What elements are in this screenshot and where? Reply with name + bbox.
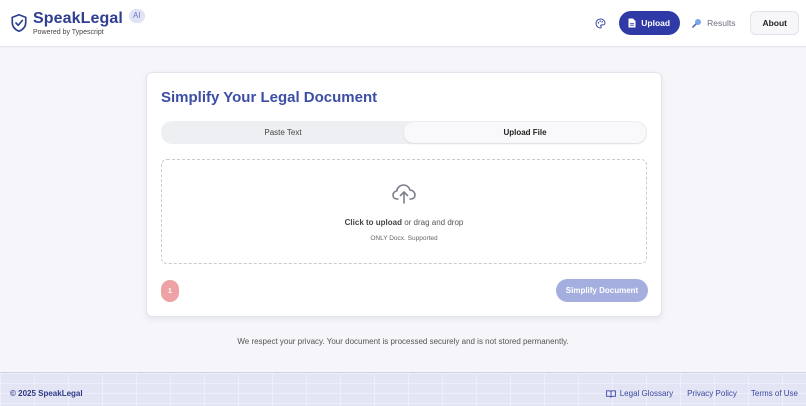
copyright-text: © 2025 SpeakLegal xyxy=(10,389,83,398)
upload-nav-label: Upload xyxy=(641,18,671,28)
ai-badge: AI xyxy=(128,9,145,23)
top-nav: Upload Results About xyxy=(593,11,799,35)
footer-link-privacy-policy[interactable]: Privacy Policy xyxy=(687,389,737,398)
results-nav-label: Results xyxy=(707,18,736,28)
click-to-upload-text[interactable]: Click to upload xyxy=(345,218,402,227)
app-header: SpeakLegal AI Powered by Typescript Uplo… xyxy=(0,0,806,47)
magnifier-icon xyxy=(692,18,702,28)
file-dropzone[interactable]: Click to upload or drag and drop ONLY Do… xyxy=(161,159,647,264)
card-title: Simplify Your Legal Document xyxy=(161,89,378,106)
document-icon xyxy=(628,18,636,28)
brand-tagline: Powered by Typescript xyxy=(33,29,104,36)
shield-check-icon xyxy=(11,13,27,33)
brand[interactable]: SpeakLegal AI Powered by Typescript xyxy=(10,9,145,36)
page-footer: © 2025 SpeakLegal Legal Glossary Privacy… xyxy=(0,372,806,406)
dropzone-instructions: Click to upload or drag and drop xyxy=(162,218,646,227)
tab-upload-file[interactable]: Upload File xyxy=(404,122,646,143)
footer-links: Legal Glossary Privacy Policy Terms of U… xyxy=(592,389,798,398)
results-nav-button[interactable]: Results xyxy=(683,11,744,35)
upload-nav-button[interactable]: Upload xyxy=(619,11,681,35)
legal-glossary-label: Legal Glossary xyxy=(619,389,674,398)
brand-name: SpeakLegal xyxy=(33,10,123,27)
simplify-card: Simplify Your Legal Document Paste Text … xyxy=(146,72,662,317)
supported-formats-text: ONLY Docx. Supported xyxy=(370,235,438,242)
cloud-upload-icon xyxy=(392,184,416,204)
footer-link-terms-of-use[interactable]: Terms of Use xyxy=(751,389,798,398)
simplify-document-button[interactable]: Simplify Document xyxy=(556,279,648,302)
footer-link-legal-glossary[interactable]: Legal Glossary xyxy=(605,389,674,398)
tab-paste-text[interactable]: Paste Text xyxy=(162,122,404,143)
issue-badge[interactable]: 1 xyxy=(161,280,179,302)
palette-icon[interactable] xyxy=(593,16,607,30)
book-icon xyxy=(605,389,616,398)
about-button[interactable]: About xyxy=(750,11,799,35)
drag-drop-text: or drag and drop xyxy=(401,218,464,227)
privacy-note: We respect your privacy. Your document i… xyxy=(237,337,569,346)
input-mode-tabs: Paste Text Upload File xyxy=(161,121,647,144)
